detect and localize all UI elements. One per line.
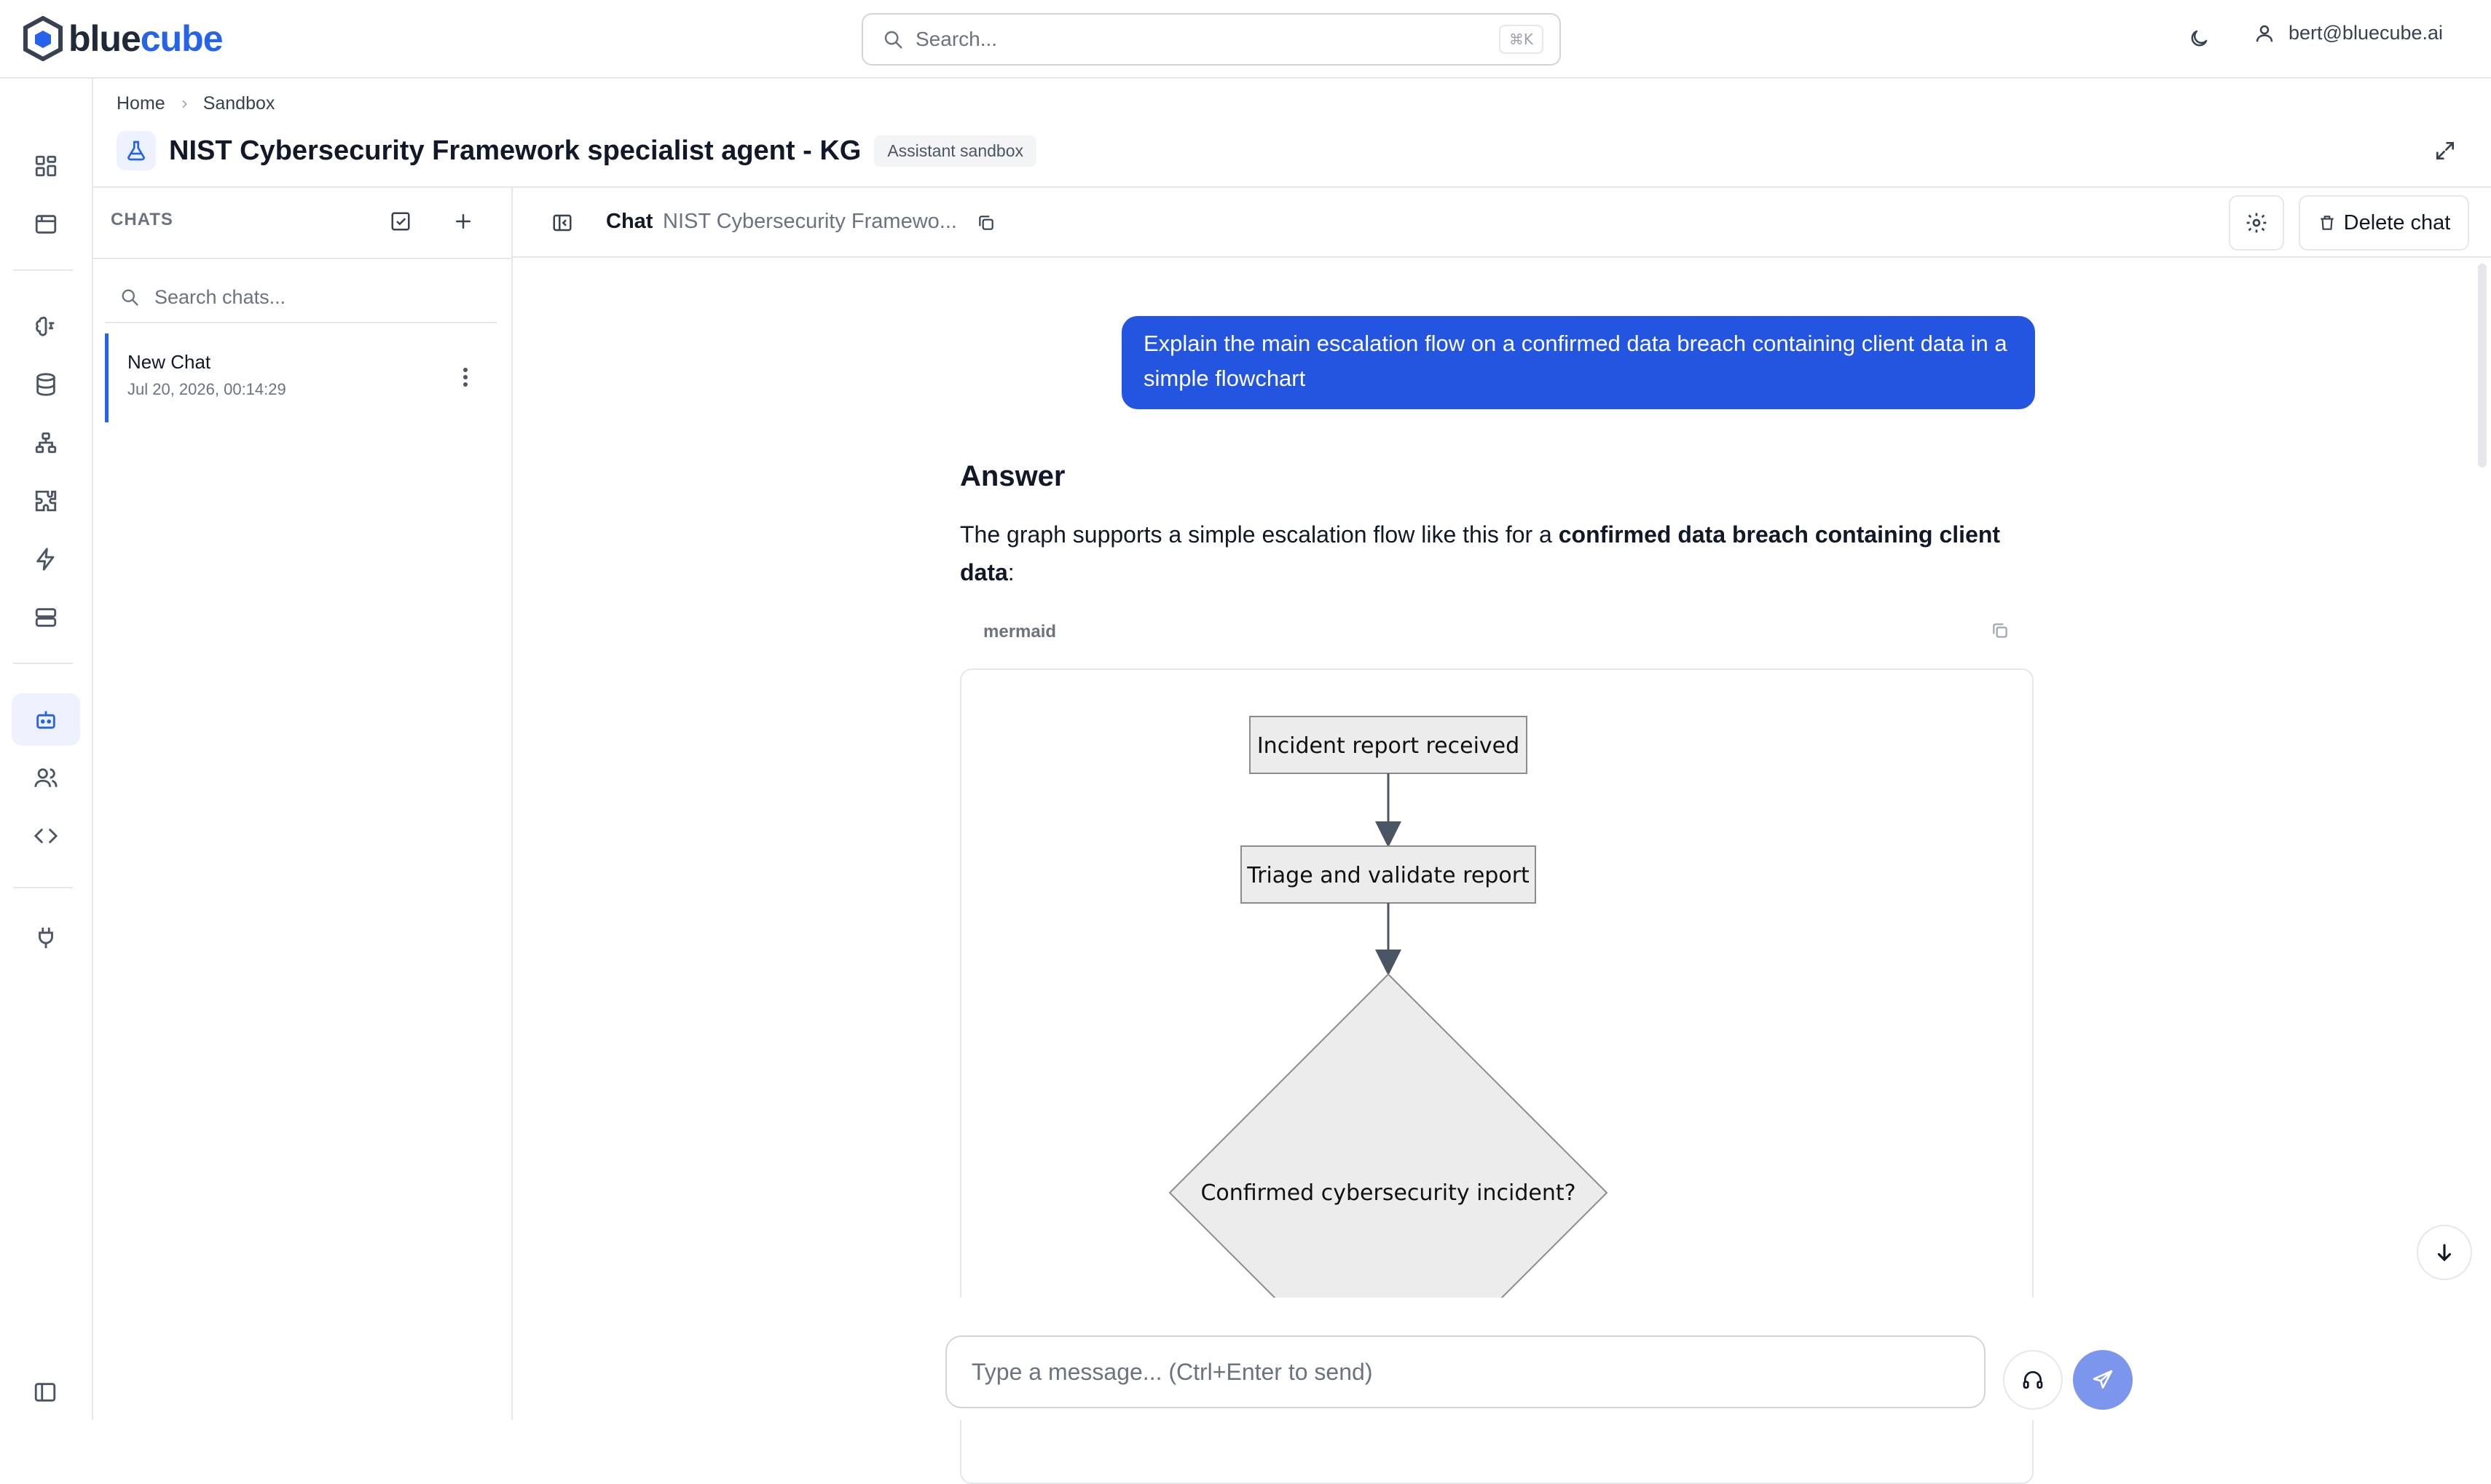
message-input[interactable]: Type a message... (Ctrl+Enter to send): [945, 1335, 1986, 1408]
chat-name: NIST Cybersecurity Framewo...: [663, 210, 957, 233]
database-icon[interactable]: [12, 358, 80, 411]
code-language-label: mermaid: [983, 622, 1057, 642]
chat-label: Chat: [606, 210, 653, 233]
breadcrumb-sandbox[interactable]: Sandbox: [203, 93, 275, 114]
search-placeholder: Search...: [916, 28, 998, 50]
delete-chat-button[interactable]: Delete chat: [2299, 195, 2469, 250]
global-search-input[interactable]: Search... ⌘K: [862, 13, 1561, 66]
puzzle-icon[interactable]: [12, 475, 80, 527]
answer-text: The graph supports a simple escalation f…: [960, 521, 2001, 585]
scrollbar[interactable]: [2476, 258, 2488, 1365]
bot-icon[interactable]: [12, 693, 80, 746]
trash-icon: [2320, 216, 2334, 230]
voice-button[interactable]: [2003, 1350, 2063, 1410]
send-button[interactable]: [2073, 1350, 2133, 1410]
page-header: NIST Cybersecurity Framework specialist …: [117, 131, 1036, 170]
send-icon: [2093, 1370, 2113, 1389]
gear-icon: [2246, 213, 2267, 233]
delete-chat-label: Delete chat: [2343, 210, 2451, 234]
users-icon[interactable]: [12, 751, 80, 804]
flask-icon: [117, 131, 156, 170]
user-email: bert@bluecube.ai: [2289, 22, 2444, 44]
select-chats-icon[interactable]: [385, 205, 417, 237]
code-icon[interactable]: [12, 810, 80, 862]
breadcrumb-home[interactable]: Home: [117, 93, 165, 114]
new-chat-icon[interactable]: [447, 205, 479, 237]
copy-icon[interactable]: [970, 207, 1002, 239]
chat-header: Chat NIST Cybersecurity Framewo... Delet…: [513, 188, 2491, 258]
chats-heading: CHATS: [111, 210, 173, 229]
expand-icon[interactable]: [2430, 135, 2460, 166]
calendar-icon[interactable]: [12, 198, 80, 250]
left-nav-rail: [0, 79, 93, 1420]
chat-item-date: Jul 20, 2026, 00:14:29: [127, 380, 286, 398]
brain-icon[interactable]: [12, 300, 80, 352]
settings-button[interactable]: [2229, 195, 2284, 250]
lightning-icon[interactable]: [12, 533, 80, 585]
page-title: NIST Cybersecurity Framework specialist …: [169, 135, 862, 166]
message-placeholder: Type a message... (Ctrl+Enter to send): [972, 1358, 1373, 1385]
chat-search-input[interactable]: Search chats...: [105, 272, 497, 323]
user-menu[interactable]: bert@bluecube.ai: [2254, 22, 2443, 44]
chat-search-placeholder: Search chats...: [154, 285, 286, 308]
logo[interactable]: bluecube: [22, 15, 223, 63]
answer-heading: Answer: [960, 460, 1066, 492]
dashboard-icon[interactable]: [12, 140, 80, 192]
breadcrumb: Home Sandbox: [117, 93, 275, 114]
copy-code-icon[interactable]: [1986, 616, 2015, 645]
more-vertical-icon[interactable]: [451, 357, 480, 398]
chats-panel: CHATS Search chats... New Chat Jul 20, 2…: [93, 188, 513, 1420]
user-message: Explain the main escalation flow on a co…: [1122, 316, 2035, 409]
flow-node-2-label: Triage and validate report: [1246, 863, 1530, 888]
headset-icon: [2023, 1371, 2043, 1389]
chat-main: Chat NIST Cybersecurity Framewo... Delet…: [513, 188, 2491, 1484]
status-badge: Assistant sandbox: [874, 135, 1036, 167]
search-icon: [884, 31, 902, 49]
scroll-to-bottom-button[interactable]: [2417, 1225, 2472, 1280]
logo-text: bluecube: [68, 18, 223, 59]
user-icon: [2256, 25, 2273, 42]
top-bar: bluecube Search... ⌘K bert@bluecube.ai: [0, 0, 2491, 79]
server-icon[interactable]: [12, 591, 80, 644]
search-shortcut: ⌘K: [1498, 25, 1543, 54]
sidebar-toggle-icon[interactable]: [28, 1375, 63, 1410]
arrow-down-icon: [2437, 1244, 2452, 1262]
chevron-right-icon: [182, 100, 187, 108]
moon-icon[interactable]: [2184, 23, 2214, 54]
chat-item-name: New Chat: [127, 351, 211, 373]
flow-node-1-label: Incident report received: [1257, 733, 1519, 759]
search-icon: [122, 289, 138, 306]
logo-cube-icon: [23, 16, 63, 61]
chat-list-item[interactable]: New Chat Jul 20, 2026, 00:14:29: [105, 333, 498, 422]
plug-icon[interactable]: [12, 912, 80, 964]
flow-node-3-label: Confirmed cybersecurity incident?: [1200, 1180, 1575, 1206]
sitemap-icon[interactable]: [12, 417, 80, 469]
panel-toggle-icon[interactable]: [546, 207, 578, 239]
